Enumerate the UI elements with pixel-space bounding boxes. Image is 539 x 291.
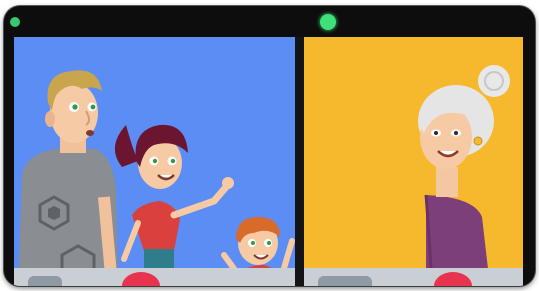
family-scene [14,37,295,286]
end-call-icon[interactable] [122,272,160,286]
panel-divider [295,37,304,286]
left-call-controls [14,268,295,286]
right-mute-button[interactable] [318,276,372,286]
video-call-device [4,6,535,286]
grandmother-scene [304,37,523,286]
end-call-icon[interactable] [434,272,472,286]
left-video-feed [14,37,295,286]
camera-indicator-icon [320,14,336,30]
left-mute-button[interactable] [28,276,62,286]
status-led-icon [10,17,20,27]
right-video-feed [304,37,523,286]
right-call-controls [304,268,523,286]
